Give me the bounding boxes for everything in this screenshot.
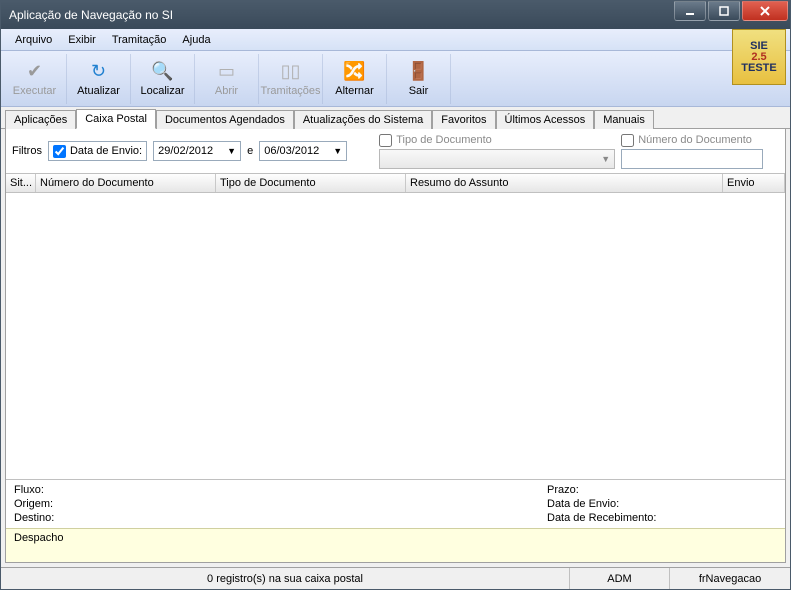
app-window: Aplicação de Navegação no SI Arquivo Exi… [0,0,791,590]
toolbar: ✔ Executar ↻ Atualizar 🔍 Localizar ▭ Abr… [1,51,790,107]
grid-header: Sit... Número do Documento Tipo de Docum… [6,173,785,193]
chevron-down-icon: ▼ [333,146,342,156]
tab-atualizacoes[interactable]: Atualizações do Sistema [294,110,432,129]
localizar-label: Localizar [140,85,184,97]
tramitacoes-label: Tramitações [260,85,320,97]
col-envio[interactable]: Envio [723,174,785,192]
minimize-button[interactable] [674,1,706,21]
search-icon: 🔍 [152,60,174,82]
origem-label: Origem: [14,498,547,510]
despacho-label: Despacho [14,532,64,544]
tipo-doc-combo[interactable]: ▼ [379,149,615,169]
chevron-down-icon: ▼ [601,154,610,164]
refresh-icon: ↻ [88,60,110,82]
tab-documentos-agendados[interactable]: Documentos Agendados [156,110,294,129]
sair-label: Sair [409,85,429,97]
num-doc-label: Número do Documento [638,134,752,146]
logo-line2: 2.5 [751,52,766,63]
check-icon: ✔ [24,60,46,82]
date-from-value: 29/02/2012 [158,145,213,157]
close-button[interactable] [742,1,788,21]
window-title: Aplicação de Navegação no SI [9,8,674,22]
tramitacoes-button[interactable]: ▯▯ Tramitações [259,54,323,104]
tab-ultimos-acessos[interactable]: Últimos Acessos [496,110,595,129]
col-tipo[interactable]: Tipo de Documento [216,174,406,192]
data-envio-checkbox[interactable] [53,145,66,158]
num-doc-input[interactable] [621,149,763,169]
num-doc-label-row: Número do Documento [621,134,763,147]
tab-manuais[interactable]: Manuais [594,110,654,129]
tab-favoritos[interactable]: Favoritos [432,110,495,129]
executar-label: Executar [13,85,56,97]
tab-caixa-postal[interactable]: Caixa Postal [76,109,156,129]
num-doc-checkbox[interactable] [621,134,634,147]
tipo-doc-group: Tipo de Documento ▼ [379,134,615,169]
sair-button[interactable]: 🚪 Sair [387,54,451,104]
menu-exibir[interactable]: Exibir [60,32,104,48]
content-area: Filtros Data de Envio: 29/02/2012 ▼ e 06… [5,129,786,563]
data-rec-label: Data de Recebimento: [547,512,777,524]
data-envio-detail: Data de Envio: [547,498,777,510]
menubar: Arquivo Exibir Tramitação Ajuda SIE 2.5 … [1,29,790,51]
filter-bar: Filtros Data de Envio: 29/02/2012 ▼ e 06… [6,129,785,173]
exit-icon: 🚪 [408,60,430,82]
atualizar-button[interactable]: ↻ Atualizar [67,54,131,104]
tipo-doc-label-row: Tipo de Documento [379,134,615,147]
destino-label: Destino: [14,512,547,524]
date-to-value: 06/03/2012 [264,145,319,157]
e-label: e [247,145,253,157]
titlebar: Aplicação de Navegação no SI [1,1,790,29]
filtros-label: Filtros [12,145,42,157]
docs-icon: ▯▯ [280,60,302,82]
tab-aplicacoes[interactable]: Aplicações [5,110,76,129]
detail-right: Prazo: Data de Envio: Data de Recebiment… [547,484,777,524]
tabstrip: Aplicações Caixa Postal Documentos Agend… [1,107,790,129]
folder-icon: ▭ [216,60,238,82]
chevron-down-icon: ▼ [227,146,236,156]
col-sit[interactable]: Sit... [6,174,36,192]
menu-tramitacao[interactable]: Tramitação [104,32,175,48]
tipo-doc-checkbox[interactable] [379,134,392,147]
data-envio-label: Data de Envio: [70,145,142,157]
logo-line1: SIE [750,41,768,52]
localizar-button[interactable]: 🔍 Localizar [131,54,195,104]
app-logo: SIE 2.5 TESTE [732,29,786,85]
prazo-label: Prazo: [547,484,777,496]
logo-line3: TESTE [741,63,776,74]
alternar-button[interactable]: 🔀 Alternar [323,54,387,104]
date-from[interactable]: 29/02/2012 ▼ [153,141,241,161]
statusbar: 0 registro(s) na sua caixa postal ADM fr… [1,567,790,589]
status-form: frNavegacao [670,568,790,589]
menu-ajuda[interactable]: Ajuda [174,32,218,48]
num-doc-group: Número do Documento [621,134,763,169]
window-buttons [674,1,790,29]
date-to[interactable]: 06/03/2012 ▼ [259,141,347,161]
menu-arquivo[interactable]: Arquivo [7,32,60,48]
despacho-panel: Despacho [6,528,785,562]
atualizar-label: Atualizar [77,85,120,97]
switch-icon: 🔀 [344,60,366,82]
col-numero[interactable]: Número do Documento [36,174,216,192]
abrir-label: Abrir [215,85,238,97]
fluxo-label: Fluxo: [14,484,547,496]
alternar-label: Alternar [335,85,374,97]
data-envio-filter[interactable]: Data de Envio: [48,141,147,161]
executar-button[interactable]: ✔ Executar [3,54,67,104]
status-user: ADM [570,568,670,589]
status-message: 0 registro(s) na sua caixa postal [1,568,570,589]
maximize-button[interactable] [708,1,740,21]
detail-left: Fluxo: Origem: Destino: [14,484,547,524]
tipo-doc-label: Tipo de Documento [396,134,492,146]
grid-body[interactable] [6,193,785,479]
abrir-button[interactable]: ▭ Abrir [195,54,259,104]
detail-panel: Fluxo: Origem: Destino: Prazo: Data de E… [6,479,785,528]
col-resumo[interactable]: Resumo do Assunto [406,174,723,192]
